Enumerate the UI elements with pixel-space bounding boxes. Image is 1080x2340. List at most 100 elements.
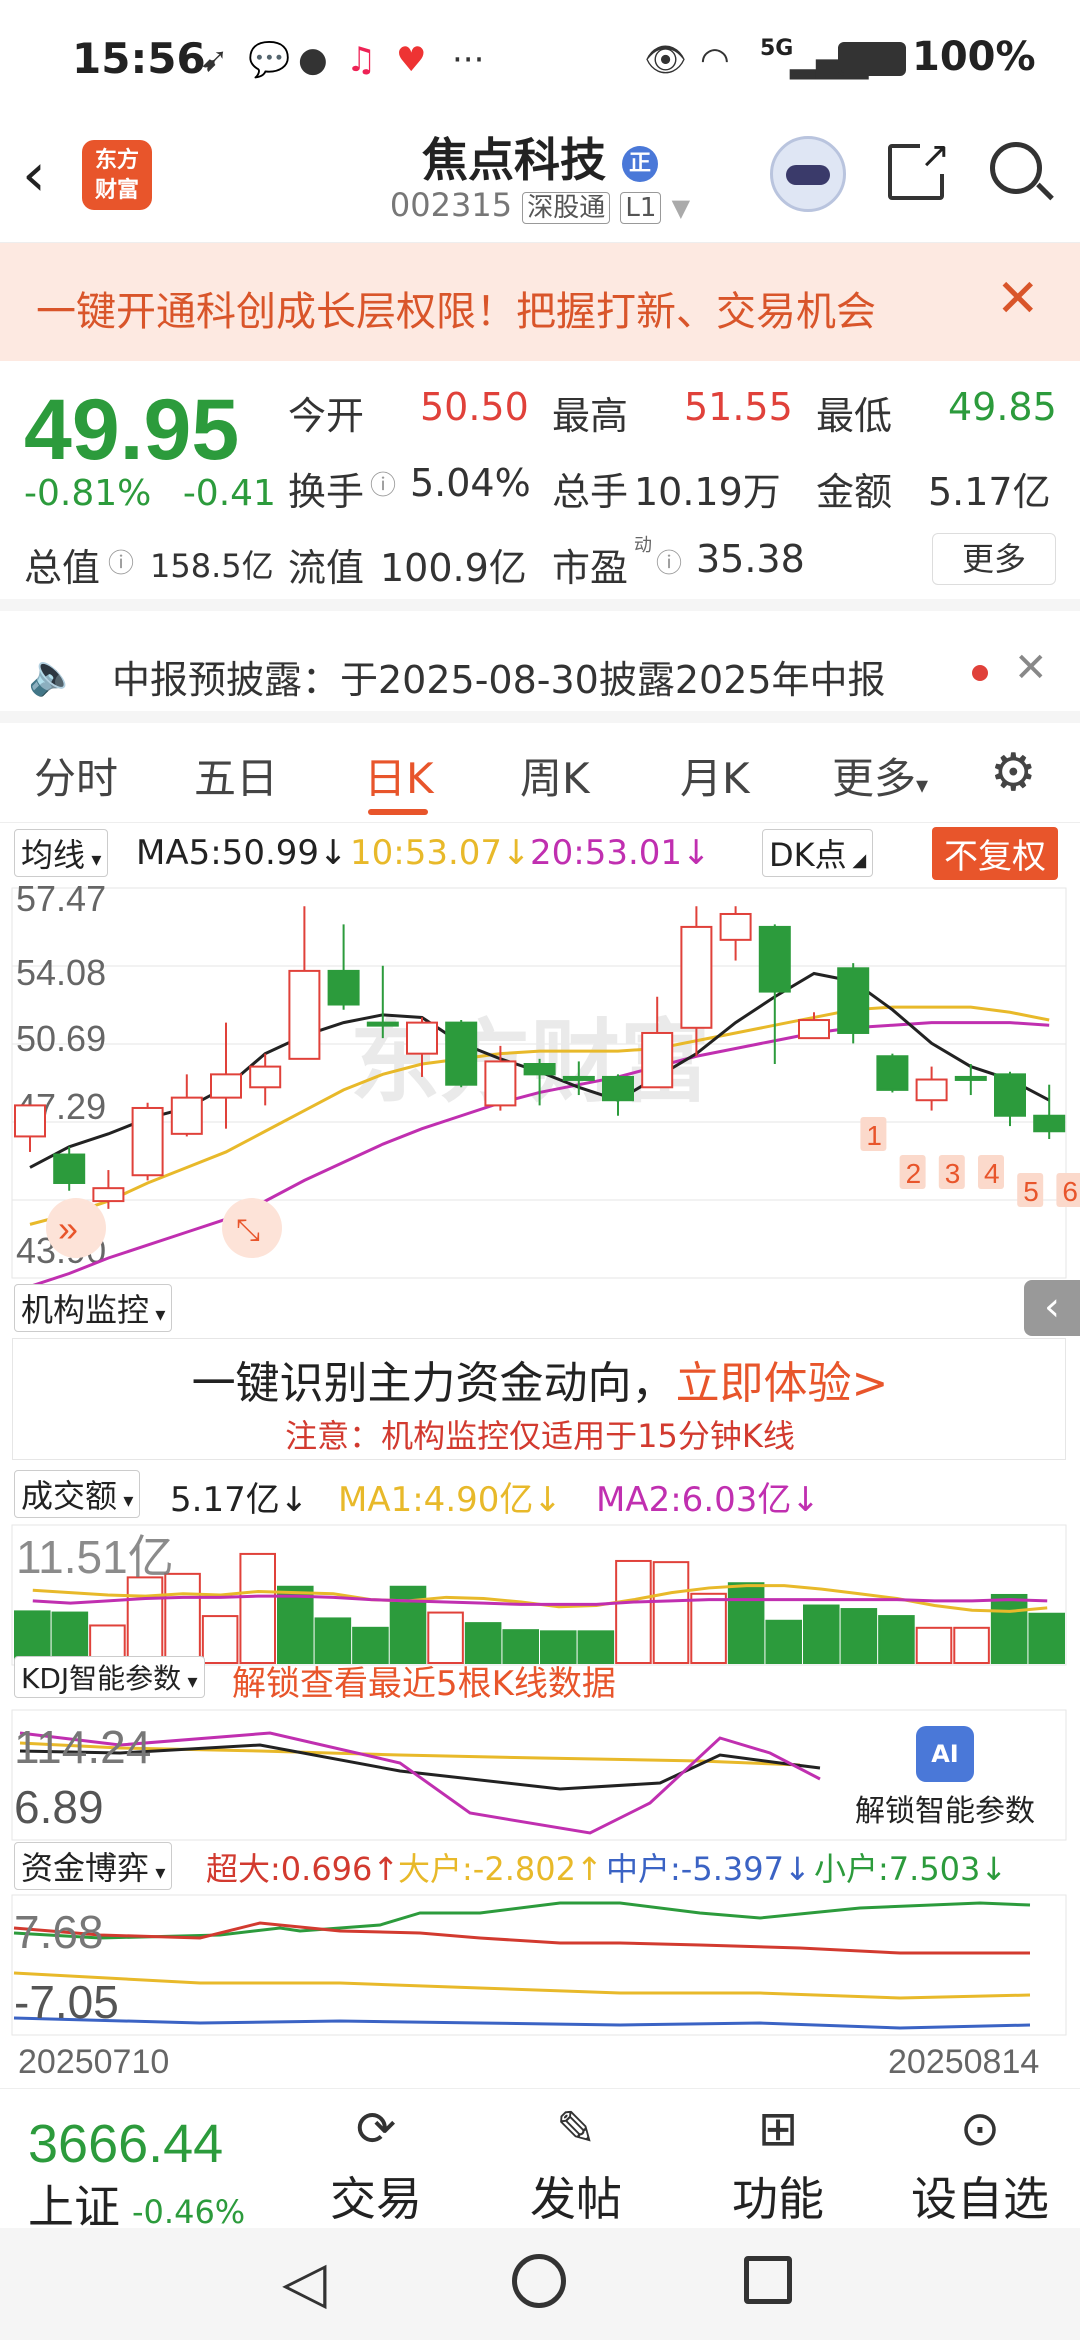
- tab-five-day[interactable]: 五日: [194, 745, 278, 806]
- nav-add-watch-label: 设自选: [911, 2172, 1049, 2226]
- high-label: 最高: [552, 394, 629, 438]
- candle-body: [210, 1073, 242, 1099]
- ma10-readout: 10:53.07↓: [350, 833, 531, 873]
- search-icon[interactable]: [990, 142, 1054, 201]
- volume-readout: 5.17亿↓: [170, 1480, 309, 1520]
- dropdown-icon: ▾: [181, 1669, 198, 1693]
- wechat-icon: 💬: [248, 40, 291, 80]
- jgjk-note: 注意：机构监控仅适用于15分钟K线: [285, 1417, 795, 1455]
- promo-banner[interactable]: 一键开通科创成长层权限！把握打新、交易机会 ✕: [0, 243, 1080, 361]
- dropdown-icon: ▼: [671, 194, 691, 222]
- globe-icon: ●: [298, 40, 328, 80]
- adjust-toggle[interactable]: 不复权: [932, 827, 1058, 880]
- ma20-readout: 20:53.01↓: [530, 833, 711, 873]
- ai-chart-icon: AI: [916, 1726, 974, 1782]
- tab-day-k[interactable]: 日K: [364, 745, 434, 806]
- info-icon[interactable]: ⓘ: [108, 543, 134, 580]
- volume-bar: [126, 1576, 164, 1664]
- tab-fenshi[interactable]: 分时: [34, 745, 118, 806]
- candle-body: [288, 969, 321, 1060]
- notice-text: 中报预披露：于2025-08-30披露2025年中报: [112, 658, 886, 702]
- system-nav: ◁: [0, 2228, 1080, 2340]
- fund-select-label: 资金博弈: [21, 1849, 150, 1887]
- volume-select[interactable]: 成交额 ▾: [14, 1470, 141, 1518]
- recents-square-icon[interactable]: [744, 2256, 792, 2304]
- collapse-left-icon[interactable]: ‹: [1024, 1280, 1080, 1336]
- back-triangle-icon[interactable]: ◁: [282, 2248, 327, 2316]
- unread-dot: [972, 665, 988, 681]
- volume-select-label: 成交额: [21, 1477, 118, 1515]
- fund-flow-lines: [13, 1901, 1031, 2030]
- corner-icon: ◢: [846, 850, 867, 871]
- tab-week-k[interactable]: 周K: [520, 745, 590, 806]
- info-icon[interactable]: ⓘ: [370, 465, 396, 502]
- quote-panel: 49.95 -0.81% -0.41 今开 50.50 最高 51.55 最低 …: [0, 361, 1080, 611]
- open-label: 今开: [288, 394, 365, 438]
- fund-super: 超大:0.696↑: [206, 1850, 400, 1888]
- dk-select[interactable]: DK点 ◢: [762, 829, 874, 877]
- volume-ma1-readout: MA1:4.90亿↓: [338, 1480, 562, 1520]
- stock-header: ‹ 东方 财富 焦点科技 正 002315 深股通 L1 ▼ ↗: [0, 118, 1080, 243]
- nav-function[interactable]: ⊞ 功能: [698, 2101, 858, 2229]
- jgjk-cta[interactable]: 立即体验>: [676, 1358, 889, 1409]
- volume-bar: [164, 1572, 201, 1664]
- kdj-select[interactable]: KDJ智能参数 ▾: [14, 1656, 205, 1698]
- connect-tag: 深股通: [522, 192, 611, 224]
- close-icon[interactable]: ✕: [996, 269, 1040, 329]
- kdj-select-label: KDJ智能参数: [21, 1662, 182, 1695]
- index-ticker[interactable]: 3666.44 上证 -0.46%: [28, 2113, 245, 2237]
- candle-body: [994, 1073, 1026, 1117]
- nav-trade[interactable]: ⟳ 交易: [296, 2101, 456, 2229]
- jgjk-select[interactable]: 机构监控 ▾: [14, 1284, 173, 1332]
- open-value: 50.50: [420, 385, 529, 429]
- candle-body: [641, 1031, 674, 1089]
- candle-body: [602, 1075, 634, 1102]
- kdj-unlock-link[interactable]: 解锁查看最近5根K线数据: [232, 1656, 616, 1705]
- signal-marker-label: 6: [1062, 1176, 1078, 1207]
- dropdown-icon: ▾: [916, 771, 929, 799]
- nav-function-label: 功能: [732, 2172, 824, 2226]
- pe-label: 市盈: [552, 546, 629, 590]
- y-tick-label: 54.08: [16, 952, 106, 993]
- candle-body: [876, 1055, 909, 1091]
- kdj-header: KDJ智能参数 ▾ 解锁查看最近5根K线数据: [0, 1652, 1080, 1708]
- candle-body: [170, 1096, 203, 1135]
- high-value: 51.55: [684, 385, 793, 429]
- volume-bar: [652, 1561, 690, 1664]
- nav-post[interactable]: ✎ 发帖: [496, 2101, 656, 2229]
- network-type: 5G: [760, 36, 794, 61]
- low-label: 最低: [816, 394, 893, 438]
- nav-add-watch[interactable]: ⊙ 设自选: [900, 2101, 1060, 2229]
- fund-tick-bottom: -7.05: [14, 1976, 119, 2028]
- last-price: 49.95: [24, 382, 240, 478]
- change-row: -0.81% -0.41: [24, 473, 276, 514]
- info-icon[interactable]: ⓘ: [656, 543, 682, 580]
- jgjk-promo[interactable]: 一键识别主力资金动向，立即体验> 注意：机构监控仅适用于15分钟K线: [12, 1338, 1066, 1460]
- dropdown-icon: ▾: [149, 1860, 166, 1884]
- index-value: 3666.44: [28, 2114, 224, 2174]
- ai-unlock-button[interactable]: AI 解锁智能参数: [826, 1712, 1064, 1830]
- heart-app-icon: ♥: [396, 40, 427, 80]
- edit-icon: ✎: [555, 2101, 597, 2157]
- mktcap-value: 158.5亿: [150, 547, 274, 585]
- candle-body: [92, 1187, 125, 1203]
- more-button[interactable]: 更多: [932, 533, 1056, 585]
- fund-select[interactable]: 资金博弈 ▾: [14, 1842, 173, 1890]
- home-circle-icon[interactable]: [512, 2254, 566, 2308]
- notice-bar[interactable]: 🔈 中报预披露：于2025-08-30披露2025年中报 ✕: [0, 623, 1080, 723]
- tab-month-k[interactable]: 月K: [680, 745, 750, 806]
- promo-text: 一键开通科创成长层权限！把握打新、交易机会: [36, 289, 876, 335]
- robot-assistant-icon[interactable]: [770, 136, 846, 212]
- close-icon[interactable]: ✕: [1014, 645, 1048, 691]
- share-icon[interactable]: ↗: [888, 138, 950, 200]
- settings-gear-icon[interactable]: ⚙: [990, 747, 1037, 799]
- ai-unlock-caption: 解锁智能参数: [855, 1794, 1035, 1829]
- kdj-tick-top: 114.24: [14, 1721, 151, 1773]
- volume-value: 10.19万: [634, 470, 781, 514]
- fund-tick-top: 7.68: [14, 1906, 104, 1958]
- change-pct: -0.81%: [24, 473, 152, 514]
- mktcap-label: 总值: [24, 546, 101, 590]
- tab-more[interactable]: 更多▾: [832, 745, 928, 806]
- ma-select[interactable]: 均线 ▾: [14, 829, 109, 877]
- fund-grid: [11, 1894, 1067, 2036]
